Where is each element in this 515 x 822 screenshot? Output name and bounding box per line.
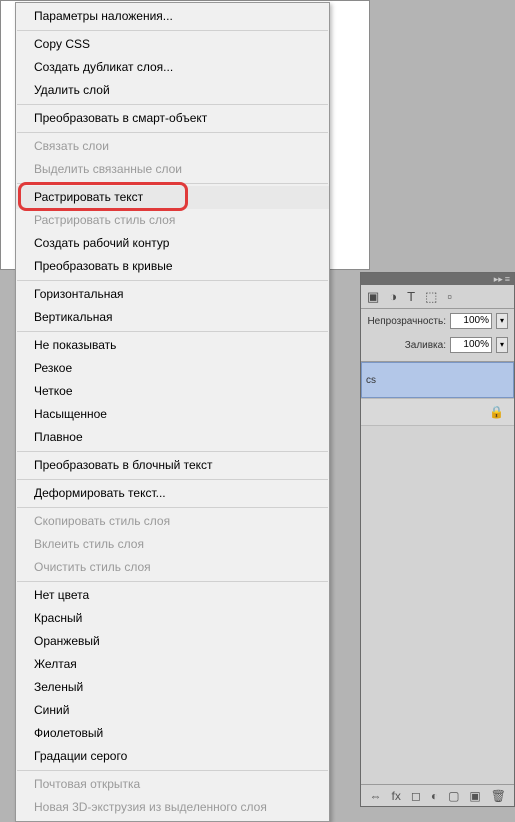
menu-item[interactable]: Красный — [16, 607, 329, 630]
menu-item[interactable]: Удалить слой — [16, 79, 329, 102]
panel-icon-row: ▣ ◑ T ⬚ ▫ — [361, 285, 514, 309]
menu-item[interactable]: Насыщенное — [16, 403, 329, 426]
new-layer-icon[interactable]: ▣ — [469, 789, 480, 803]
menu-item[interactable]: Параметры наложения... — [16, 5, 329, 28]
folder-icon[interactable]: ▢ — [448, 789, 459, 803]
menu-item[interactable]: Деформировать текст... — [16, 482, 329, 505]
collapse-arrow-icon[interactable]: ▸▸ — [494, 274, 503, 285]
menu-separator — [17, 30, 328, 31]
menu-item[interactable]: Нет цвета — [16, 584, 329, 607]
menu-item[interactable]: Плавное — [16, 426, 329, 449]
menu-item: Очистить стиль слоя — [16, 556, 329, 579]
menu-item[interactable]: Преобразовать в кривые — [16, 255, 329, 278]
adjustment-icon[interactable]: ◐ — [431, 789, 438, 803]
trash-icon[interactable]: 🗑 — [491, 789, 506, 803]
fill-dropdown[interactable]: ▾ — [496, 337, 508, 353]
opacity-input[interactable]: 100% — [450, 313, 492, 329]
menu-separator — [17, 507, 328, 508]
menu-item[interactable]: Растрировать текст — [16, 186, 329, 209]
mask-icon[interactable]: ◻ — [411, 789, 421, 803]
menu-item[interactable]: Желтая — [16, 653, 329, 676]
menu-item[interactable]: Преобразовать в смарт-объект — [16, 107, 329, 130]
menu-item[interactable]: Создать дубликат слоя... — [16, 56, 329, 79]
text-icon[interactable]: T — [407, 289, 415, 304]
menu-item: Скопировать стиль слоя — [16, 510, 329, 533]
opacity-label: Непрозрачность: — [367, 316, 446, 327]
menu-item[interactable]: Резкое — [16, 357, 329, 380]
fill-input[interactable]: 100% — [450, 337, 492, 353]
layers-panel-footer: ⇔ fx ◻ ◐ ▢ ▣ 🗑 — [361, 784, 514, 806]
menu-item[interactable]: Вертикальная — [16, 306, 329, 329]
menu-separator — [17, 132, 328, 133]
panel-menu-icon[interactable]: ≡ — [505, 274, 510, 284]
layer-row[interactable]: cs — [361, 362, 514, 398]
shape-icon[interactable]: ⬚ — [425, 289, 437, 305]
menu-item[interactable]: Фиолетовый — [16, 722, 329, 745]
menu-item[interactable]: Зеленый — [16, 676, 329, 699]
menu-item[interactable]: Создать рабочий контур — [16, 232, 329, 255]
image-icon[interactable]: ▣ — [367, 289, 379, 305]
menu-item[interactable]: Не показывать — [16, 334, 329, 357]
panel-controls: Непрозрачность: 100% ▾ Заливка: 100% ▾ — [361, 309, 514, 362]
menu-separator — [17, 104, 328, 105]
layer-name: cs — [366, 375, 376, 386]
menu-item: Выделить связанные слои — [16, 158, 329, 181]
layer-context-menu: Параметры наложения... Copy CSSСоздать ду… — [15, 2, 330, 822]
menu-item[interactable]: Градации серого — [16, 745, 329, 768]
menu-separator — [17, 331, 328, 332]
fx-icon[interactable]: fx — [392, 789, 401, 803]
menu-item[interactable]: Горизонтальная — [16, 283, 329, 306]
menu-separator — [17, 183, 328, 184]
layers-panel: ▸▸ ≡ ▣ ◑ T ⬚ ▫ Непрозрачность: 100% ▾ За… — [360, 272, 515, 807]
layer-lock-row: 🔒 — [361, 398, 514, 426]
menu-item[interactable]: Преобразовать в блочный текст — [16, 454, 329, 477]
menu-item: Новая 3D-экструзия из выделенного слоя — [16, 796, 329, 819]
menu-item: Растрировать стиль слоя — [16, 209, 329, 232]
opacity-dropdown[interactable]: ▾ — [496, 313, 508, 329]
menu-item[interactable]: Copy CSS — [16, 33, 329, 56]
menu-separator — [17, 479, 328, 480]
menu-item: Вклеить стиль слоя — [16, 533, 329, 556]
adjust-icon[interactable]: ◑ — [389, 289, 397, 304]
layers-list: cs 🔒 — [361, 362, 514, 722]
panel-tab-strip: ▸▸ ≡ — [361, 273, 514, 285]
menu-item[interactable]: Четкое — [16, 380, 329, 403]
smart-icon[interactable]: ▫ — [447, 289, 452, 304]
menu-separator — [17, 280, 328, 281]
link-icon[interactable]: ⇔ — [370, 789, 382, 803]
menu-item: Связать слои — [16, 135, 329, 158]
menu-item: Почтовая открытка — [16, 773, 329, 796]
menu-separator — [17, 451, 328, 452]
menu-item[interactable]: Оранжевый — [16, 630, 329, 653]
menu-separator — [17, 581, 328, 582]
lock-icon[interactable]: 🔒 — [489, 405, 504, 419]
menu-separator — [17, 770, 328, 771]
menu-item[interactable]: Синий — [16, 699, 329, 722]
fill-label: Заливка: — [405, 340, 446, 351]
